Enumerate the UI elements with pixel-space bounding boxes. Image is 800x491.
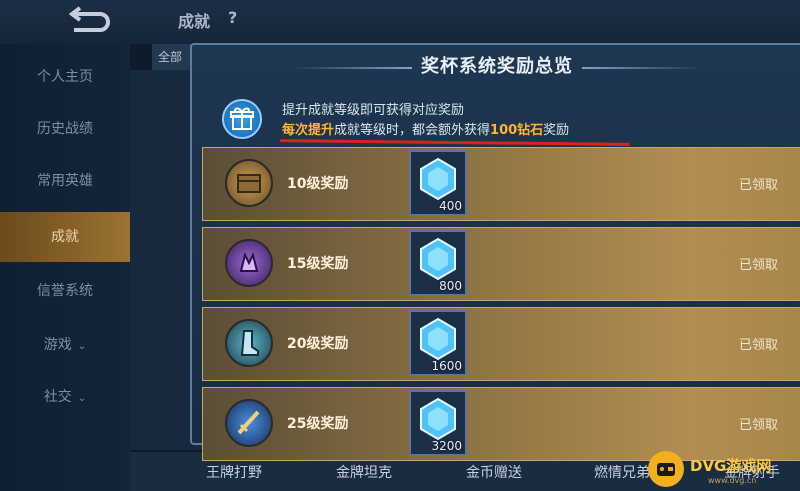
reward-level-label: 20级奖励	[287, 336, 349, 352]
modal-header: 奖杯系统奖励总览	[192, 45, 800, 85]
chevron-down-icon: ⌄	[77, 393, 87, 404]
bottom-tab[interactable]: 金币赠送	[466, 462, 522, 482]
reward-overview-modal: 奖杯系统奖励总览 提升成就等级即可获得对应奖励 每次提升成就等级时，都会额外获得…	[190, 43, 800, 461]
bottom-tab[interactable]: 燃情兄弟	[594, 462, 650, 482]
claimed-status: 已领取	[739, 338, 779, 353]
diamond-amount: 800	[439, 279, 462, 293]
diamond-reward: 3200	[409, 390, 467, 456]
sidebar-item-social[interactable]: 社交 ⌄	[0, 372, 130, 422]
watermark: DVG游戏网 www.dvg.cn	[648, 447, 800, 491]
back-icon[interactable]	[60, 6, 118, 36]
diamond-icon	[420, 157, 456, 201]
diamond-reward: 1600	[409, 310, 467, 376]
help-icon[interactable]: ?	[228, 8, 237, 27]
watermark-logo-icon	[648, 451, 684, 487]
reward-level-label: 15级奖励	[287, 256, 349, 272]
reward-row: 20级奖励 1600 已领取	[202, 307, 800, 381]
sidebar-item-game[interactable]: 游戏 ⌄	[0, 320, 130, 370]
chevron-down-icon: ⌄	[77, 341, 87, 352]
sidebar-item-profile[interactable]: 个人主页	[0, 52, 130, 102]
claimed-status: 已领取	[739, 418, 779, 433]
diamond-icon	[420, 237, 456, 281]
page-title: 成就	[178, 12, 211, 31]
diamond-amount: 3200	[431, 439, 462, 453]
diamond-icon	[420, 317, 456, 361]
reward-row: 10级奖励 400 已领取	[202, 147, 800, 221]
bottom-tab[interactable]: 王牌打野	[206, 462, 262, 482]
diamond-reward: 800	[409, 230, 467, 296]
claimed-status: 已领取	[739, 258, 779, 273]
gift-icon	[222, 99, 262, 139]
bottom-tab[interactable]: 金牌坦克	[336, 462, 392, 482]
notice-text: 提升成就等级即可获得对应奖励	[282, 103, 465, 118]
top-bar	[0, 0, 800, 44]
boots-icon	[225, 319, 273, 367]
sidebar: 个人主页 历史战绩 常用英雄 成就 信誉系统 游戏 ⌄ 社交 ⌄	[0, 44, 130, 491]
claimed-status: 已领取	[739, 178, 779, 193]
header-decoration	[582, 67, 702, 69]
sword-icon	[225, 399, 273, 447]
reward-level-label: 25级奖励	[287, 416, 349, 432]
notice-text-bonus: 每次提升成就等级时，都会额外获得100钻石奖励	[282, 123, 570, 138]
diamond-icon	[420, 397, 456, 441]
diamond-reward: 400	[409, 150, 467, 216]
watermark-url: www.dvg.cn	[708, 476, 757, 485]
sidebar-item-heroes[interactable]: 常用英雄	[0, 156, 130, 206]
sidebar-item-achievements[interactable]: 成就	[0, 212, 130, 262]
reward-notice: 提升成就等级即可获得对应奖励 每次提升成就等级时，都会额外获得100钻石奖励	[222, 97, 800, 146]
red-underline-annotation	[279, 139, 631, 146]
diamond-amount: 400	[439, 199, 462, 213]
emblem-icon	[225, 239, 273, 287]
diamond-amount: 1600	[431, 359, 462, 373]
watermark-text: DVG游戏网	[690, 457, 772, 475]
chest-icon	[225, 159, 273, 207]
sidebar-item-credit[interactable]: 信誉系统	[0, 266, 130, 316]
sidebar-item-history[interactable]: 历史战绩	[0, 104, 130, 154]
reward-level-label: 10级奖励	[287, 176, 349, 192]
reward-row: 15级奖励 800 已领取	[202, 227, 800, 301]
modal-title: 奖杯系统奖励总览	[421, 56, 573, 77]
